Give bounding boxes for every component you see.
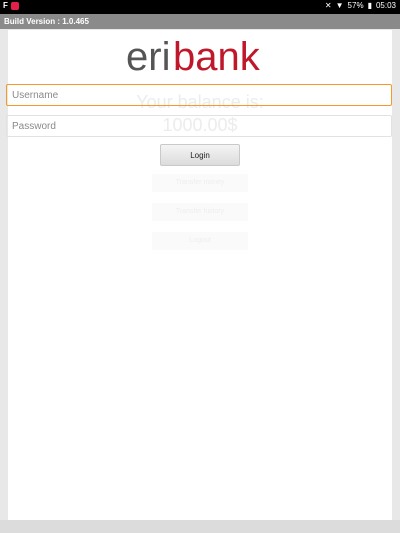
bottom-strip — [0, 520, 400, 533]
wifi-icon: ▼ — [335, 1, 344, 10]
password-input[interactable] — [6, 115, 392, 137]
logo-eri: eri — [126, 35, 170, 78]
mute-icon: ✕ — [324, 1, 332, 10]
transfer-history-button: Transfer history — [152, 203, 248, 221]
status-bar-right: ✕ ▼ 57% ▮ 05:03 — [325, 2, 396, 10]
build-version: Build Version : 1.0.465 — [0, 14, 400, 29]
battery-percent: 57% — [347, 1, 364, 10]
clock: 05:03 — [375, 1, 396, 10]
status-bar-left: F — [3, 2, 19, 10]
transfer-money-button: Transfer money — [152, 174, 248, 192]
logo-bank: bank — [173, 35, 261, 78]
battery-icon: ▮ — [367, 1, 372, 10]
notification-icon — [10, 2, 19, 10]
logout-button: Logout — [152, 232, 248, 250]
eribank-logo: eri bank — [0, 34, 400, 78]
login-button[interactable]: Login — [160, 144, 240, 166]
flipboard-icon: F — [3, 1, 8, 10]
username-input[interactable] — [6, 84, 392, 106]
status-bar: F ✕ ▼ 57% ▮ 05:03 — [0, 0, 400, 14]
